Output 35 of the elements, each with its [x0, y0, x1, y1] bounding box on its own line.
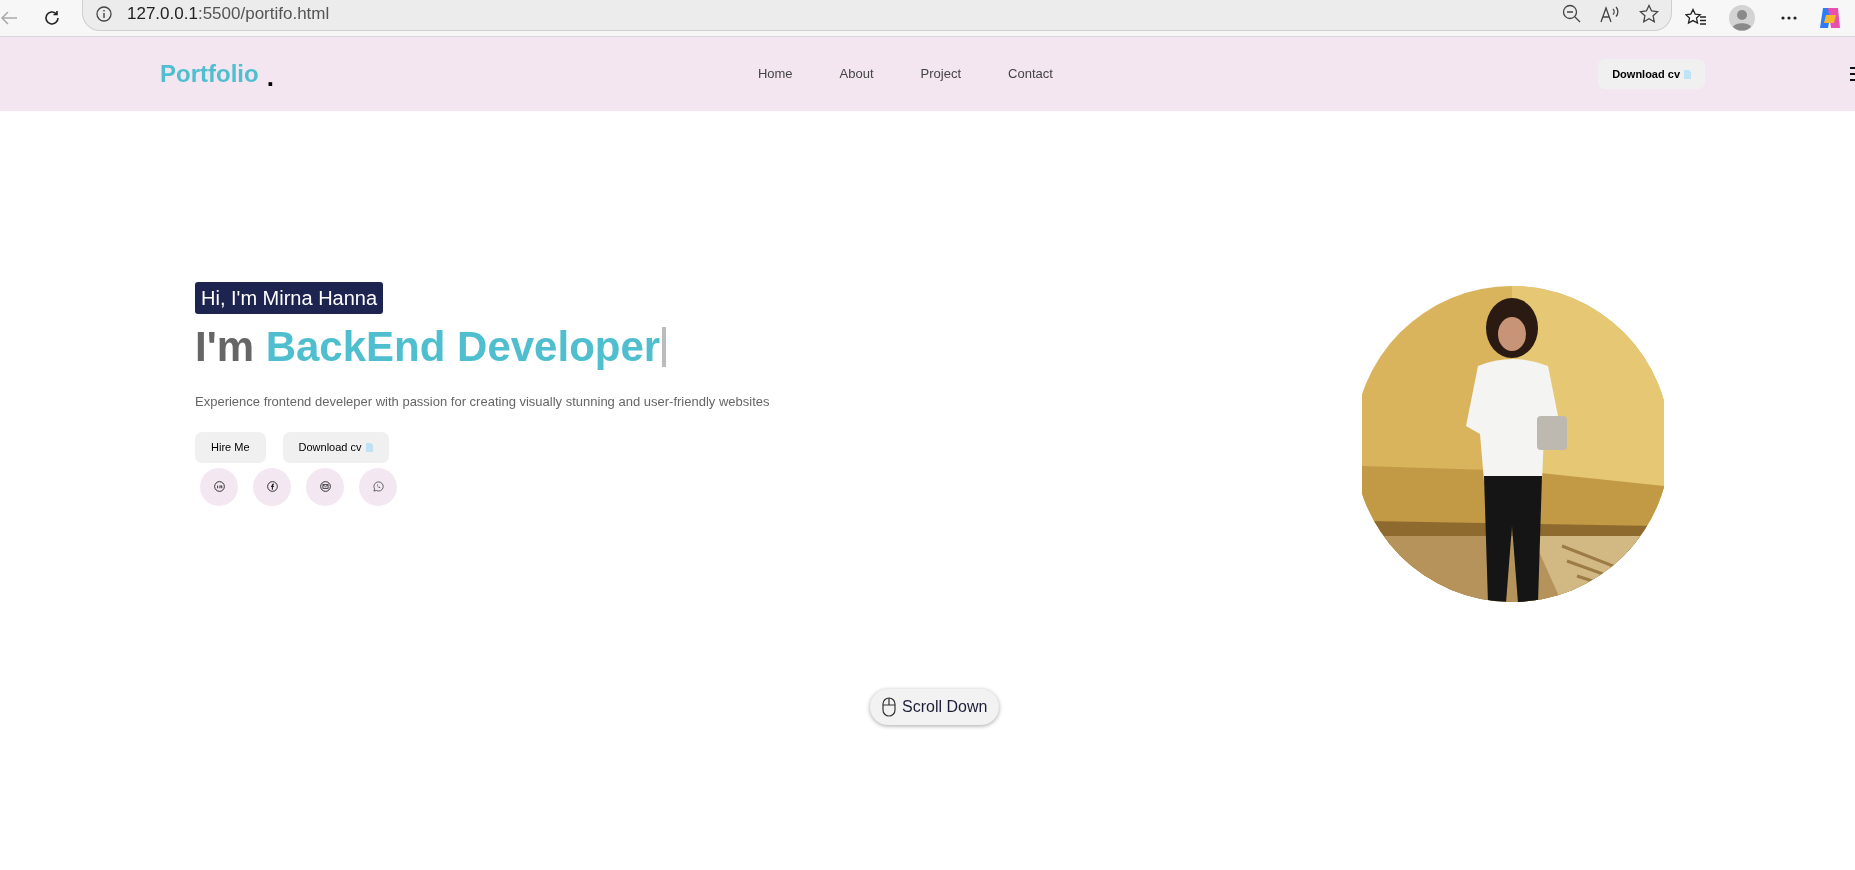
facebook-icon [266, 481, 278, 492]
star-icon[interactable] [1639, 3, 1659, 24]
hire-me-button[interactable]: Hire Me [195, 431, 266, 463]
nav-link[interactable]: Project [919, 64, 963, 84]
nav-link[interactable]: About [838, 64, 875, 84]
text-cursor [662, 327, 667, 367]
whatsapp-icon [372, 481, 384, 492]
scroll-down-button[interactable]: Scroll Down [870, 689, 1000, 725]
mouse-icon [882, 697, 896, 717]
menu-icon[interactable] [1850, 66, 1855, 82]
nav-link[interactable]: Contact [1007, 64, 1054, 84]
download-cv-button[interactable]: Download cv [282, 431, 389, 463]
download-cv-button[interactable]: Download cv [1598, 59, 1705, 89]
profile-icon[interactable] [1729, 5, 1755, 31]
social-button[interactable] [200, 467, 238, 506]
reload-icon[interactable] [43, 9, 61, 27]
file-icon [365, 442, 373, 452]
copilot-icon[interactable] [1817, 5, 1843, 31]
address-bar[interactable]: 127.0.0.1:5500/portifo.html [82, 0, 1672, 31]
nav-link[interactable]: Home [756, 64, 794, 84]
social-button[interactable] [306, 467, 344, 506]
intro-text: Experience frontend develeper with passion for creating visually stunning and user-friendly websites [195, 393, 770, 411]
url-text: 127.0.0.1:5500/portifo.html [127, 2, 330, 25]
social-button[interactable] [253, 467, 291, 506]
headline: I'm BackEnd Developer [195, 320, 667, 374]
favorites-icon[interactable] [1685, 8, 1707, 28]
info-icon[interactable] [96, 5, 112, 22]
read-aloud-icon[interactable] [1600, 4, 1620, 23]
more-icon[interactable] [1781, 16, 1797, 20]
greeting-badge: Hi, I'm Mirna Hanna [195, 282, 384, 314]
file-icon [1684, 69, 1691, 79]
mail-icon [319, 481, 331, 492]
linkedin-icon [213, 481, 225, 492]
logo-dot: . [266, 64, 274, 90]
zoom-out-icon[interactable] [1562, 4, 1581, 23]
